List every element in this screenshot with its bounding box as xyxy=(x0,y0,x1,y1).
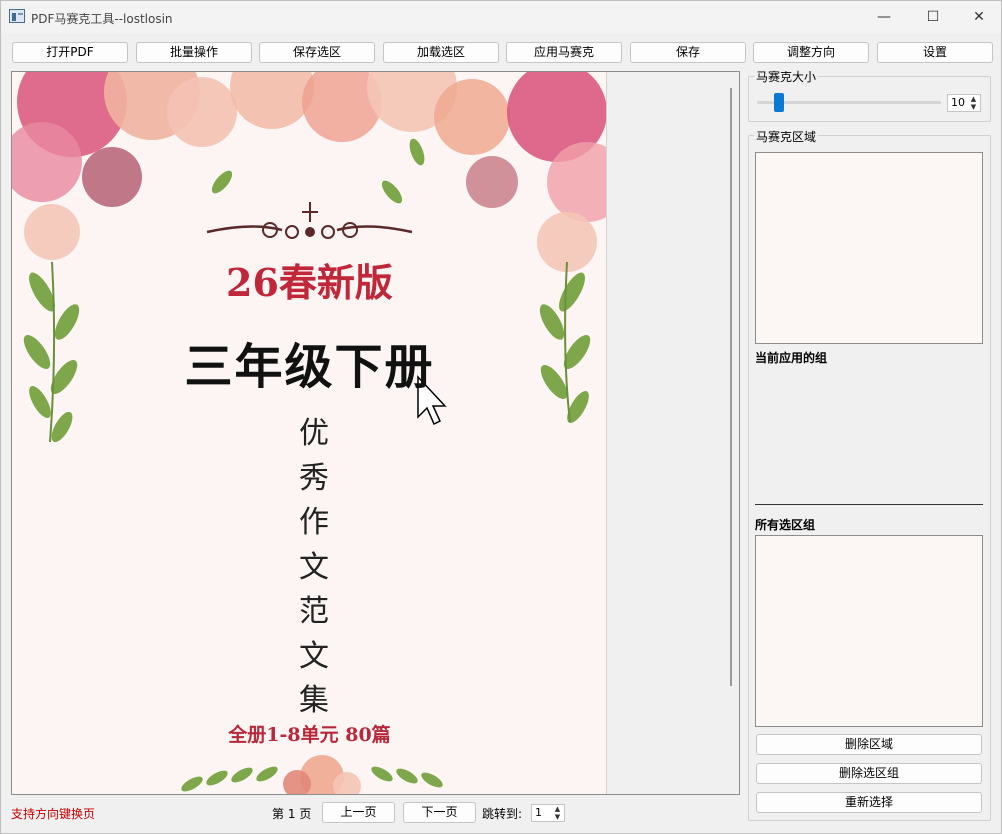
apply-mosaic-button[interactable]: 应用马赛克 xyxy=(506,42,622,63)
mosaic-size-title: 马赛克大小 xyxy=(754,68,819,85)
batch-operation-button[interactable]: 批量操作 xyxy=(136,42,252,63)
all-groups-list[interactable] xyxy=(755,535,983,727)
maximize-button[interactable]: ☐ xyxy=(910,1,956,33)
subtitle-char: 文 xyxy=(299,638,329,674)
current-group-label: 当前应用的组 xyxy=(755,351,828,365)
title-bar[interactable]: PDF马赛克工具--lostlosin — ☐ ✕ xyxy=(1,1,1001,33)
open-pdf-button[interactable]: 打开PDF xyxy=(12,42,128,63)
next-page-button[interactable]: 下一页 xyxy=(403,802,476,823)
page-number: 1 xyxy=(287,807,296,821)
jump-label: 跳转到: xyxy=(482,807,523,821)
spin-arrows-icon[interactable]: ▲ ▼ xyxy=(968,95,979,111)
page-contents-text: 全册1-8单元 80篇 xyxy=(228,724,391,746)
jump-page-spinbox[interactable]: 1 ▲ ▼ xyxy=(531,804,565,822)
window-title: PDF马赛克工具--lostlosin xyxy=(31,12,173,26)
mosaic-area-list[interactable] xyxy=(755,152,983,344)
subtitle-char: 优 xyxy=(299,416,329,451)
prev-page-button[interactable]: 上一页 xyxy=(322,802,395,823)
subtitle-char: 秀 xyxy=(299,460,329,496)
subtitle-char: 文 xyxy=(299,549,329,585)
mosaic-size-slider-track[interactable] xyxy=(757,101,941,104)
save-selection-button[interactable]: 保存选区 xyxy=(259,42,375,63)
app-icon xyxy=(9,9,25,23)
close-button[interactable]: ✕ xyxy=(956,1,1002,33)
vertical-scrollbar[interactable] xyxy=(730,88,732,686)
delete-area-button[interactable]: 删除区域 xyxy=(756,734,982,755)
subtitle-char: 作 xyxy=(299,505,329,540)
mosaic-size-slider-handle[interactable] xyxy=(774,93,784,112)
main-window: PDF马赛克工具--lostlosin — ☐ ✕ 打开PDF 批量操作 保存选… xyxy=(0,0,1002,834)
minimize-button[interactable]: — xyxy=(861,1,907,33)
all-groups-label: 所有选区组 xyxy=(755,518,816,532)
mosaic-size-value: 10 xyxy=(951,96,965,109)
page-grade-title: 三年级下册 xyxy=(184,339,435,395)
pdf-viewer[interactable]: 26春新版 三年级下册 优 秀 作 文 范 文 集 全册1-8单元 80篇 xyxy=(11,71,740,795)
page-suffix: 页 xyxy=(299,807,312,821)
delete-group-button[interactable]: 删除选区组 xyxy=(756,763,982,784)
reselect-button[interactable]: 重新选择 xyxy=(756,792,982,813)
pdf-page[interactable]: 26春新版 三年级下册 优 秀 作 文 范 文 集 全册1-8单元 80篇 xyxy=(12,72,607,794)
subtitle-char: 范 xyxy=(299,594,329,629)
page-prefix: 第 xyxy=(272,807,285,821)
page-subtitle-vertical: 优 秀 作 文 范 文 集 xyxy=(294,412,334,724)
mosaic-area-title: 马赛克区域 xyxy=(754,128,819,145)
mosaic-size-spinbox[interactable]: 10 ▲ ▼ xyxy=(947,94,981,112)
subtitle-char: 集 xyxy=(299,683,329,718)
divider xyxy=(755,504,983,505)
jump-value: 1 xyxy=(535,806,542,819)
adjust-direction-button[interactable]: 调整方向 xyxy=(753,42,869,63)
load-selection-button[interactable]: 加载选区 xyxy=(383,42,499,63)
page-edition-text: 26春新版 xyxy=(226,260,393,305)
keyboard-hint: 支持方向键换页 xyxy=(11,807,96,821)
spin-arrows-icon[interactable]: ▲ ▼ xyxy=(552,805,563,821)
save-button[interactable]: 保存 xyxy=(630,42,746,63)
settings-button[interactable]: 设置 xyxy=(877,42,993,63)
page-indicator: 第 1 页 xyxy=(272,805,311,822)
